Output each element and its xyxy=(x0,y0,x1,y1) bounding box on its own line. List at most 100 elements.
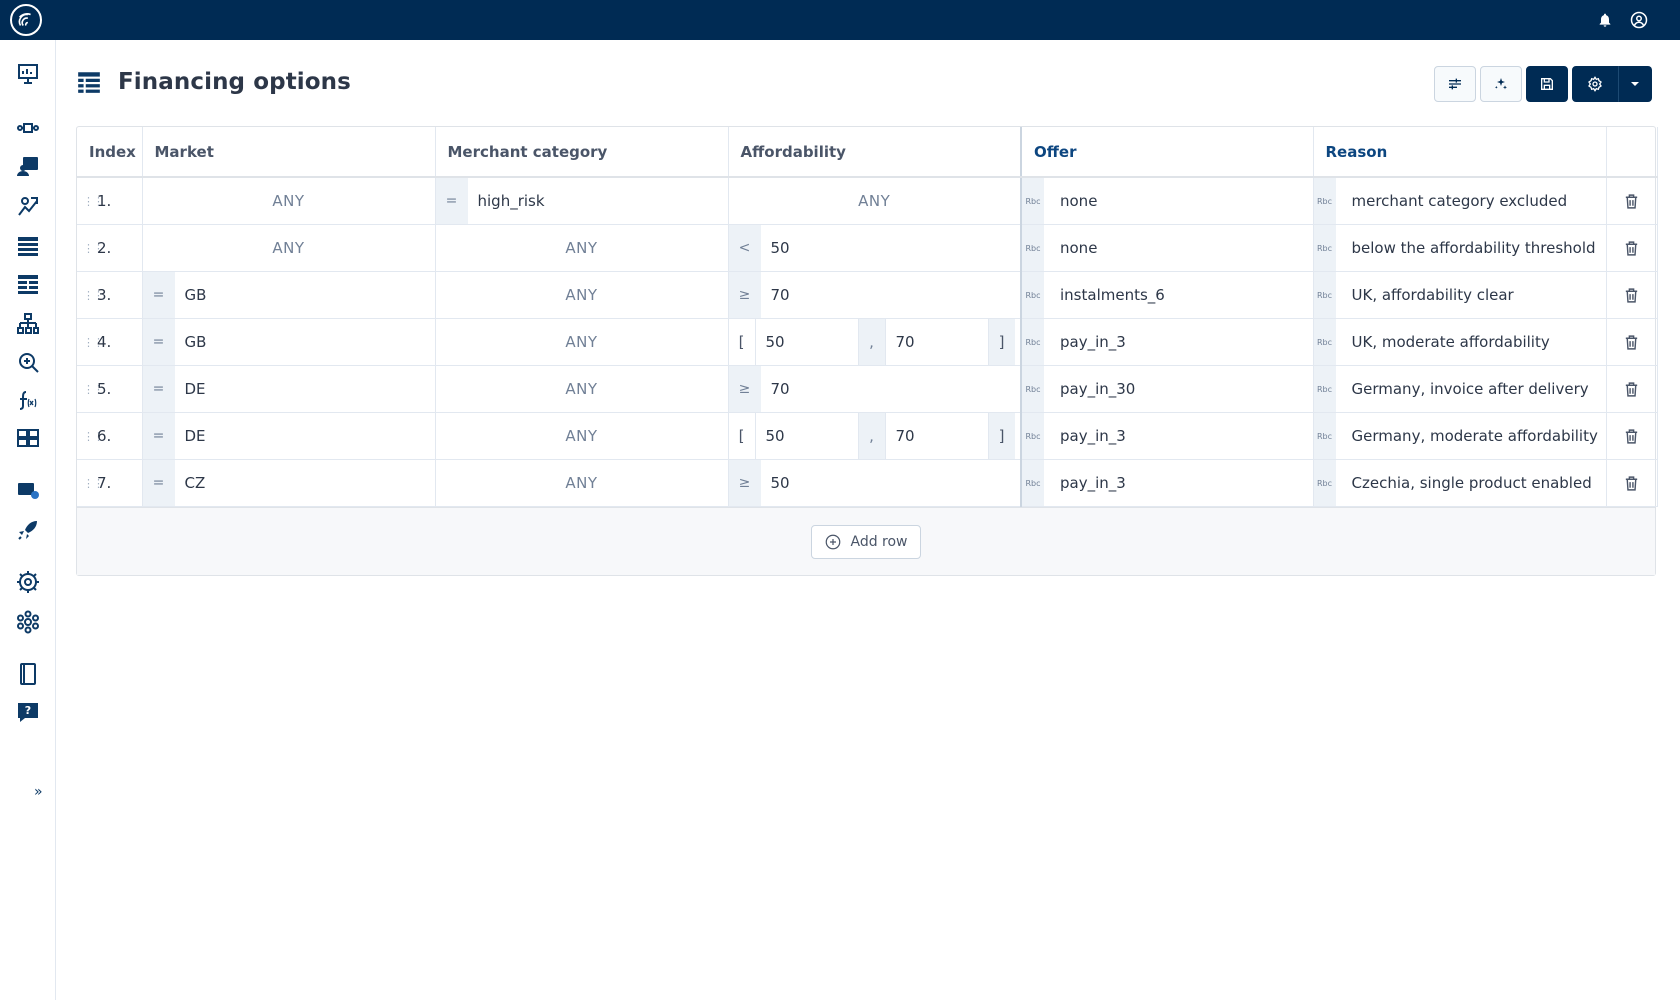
merchant-category-cell[interactable]: ANY xyxy=(435,224,729,272)
data-grid-icon[interactable] xyxy=(16,426,40,450)
hierarchy-icon[interactable] xyxy=(16,312,40,336)
dashboard-icon[interactable] xyxy=(16,62,40,86)
drag-handle-icon[interactable]: ⋮⋮ xyxy=(83,289,104,302)
brand-logo-icon[interactable] xyxy=(10,4,42,36)
market-cell[interactable]: ANY xyxy=(142,224,436,272)
any-value[interactable]: ANY xyxy=(436,460,728,506)
notifications-bell-icon[interactable] xyxy=(1596,11,1614,29)
user-account-icon[interactable] xyxy=(1630,11,1648,29)
reason-value[interactable]: below the affordability threshold xyxy=(1336,225,1606,271)
affordability-cell[interactable]: [ 50 , 70 ] xyxy=(728,318,1022,366)
condition-value[interactable]: 70 xyxy=(761,272,1021,318)
delete-row-button[interactable] xyxy=(1607,366,1657,412)
offer-value[interactable]: instalments_6 xyxy=(1044,272,1313,318)
condition-value[interactable]: high_risk xyxy=(468,178,728,224)
operator[interactable]: = xyxy=(435,178,468,224)
ai-assist-button[interactable] xyxy=(1480,66,1522,102)
market-cell[interactable]: = CZ xyxy=(142,459,436,507)
operator[interactable]: = xyxy=(142,366,175,412)
reason-cell[interactable]: Rbc below the affordability threshold xyxy=(1313,224,1607,272)
reason-header[interactable]: Reason xyxy=(1313,127,1607,178)
help-icon[interactable]: ? xyxy=(16,700,40,724)
function-icon[interactable] xyxy=(16,388,40,412)
affordability-cell[interactable]: ANY xyxy=(728,177,1022,225)
merchant-category-cell[interactable]: = high_risk xyxy=(435,177,729,225)
offer-cell[interactable]: Rbc pay_in_3 xyxy=(1020,412,1314,460)
operator[interactable]: ≥ xyxy=(728,366,761,412)
deploy-icon[interactable] xyxy=(16,518,40,542)
offer-cell[interactable]: Rbc none xyxy=(1020,177,1314,225)
market-cell[interactable]: = GB xyxy=(142,271,436,319)
merchant-category-cell[interactable]: ANY xyxy=(435,459,729,507)
offer-value[interactable]: pay_in_30 xyxy=(1044,366,1313,412)
any-value[interactable]: ANY xyxy=(143,178,435,224)
offer-cell[interactable]: Rbc pay_in_3 xyxy=(1020,459,1314,507)
range-close-bracket[interactable]: ] xyxy=(988,319,1015,365)
any-value[interactable]: ANY xyxy=(143,225,435,271)
range-open-bracket[interactable]: [ xyxy=(728,413,755,459)
market-cell[interactable]: ANY xyxy=(142,177,436,225)
settings-gear-icon[interactable] xyxy=(16,570,40,594)
offer-cell[interactable]: Rbc pay_in_30 xyxy=(1020,365,1314,413)
reason-value[interactable]: UK, moderate affordability xyxy=(1336,319,1606,365)
merchant-category-cell[interactable]: ANY xyxy=(435,412,729,460)
operator[interactable]: < xyxy=(728,225,761,271)
search-analytics-icon[interactable] xyxy=(16,350,40,374)
operator[interactable]: = xyxy=(142,319,175,365)
reason-cell[interactable]: Rbc merchant category excluded xyxy=(1313,177,1607,225)
save-button[interactable] xyxy=(1526,66,1568,102)
reason-value[interactable]: Germany, invoice after delivery xyxy=(1336,366,1606,412)
decision-tree-icon[interactable] xyxy=(16,194,40,218)
reason-cell[interactable]: Rbc Germany, invoice after delivery xyxy=(1313,365,1607,413)
condition-value[interactable]: 50 xyxy=(761,460,1021,506)
any-value[interactable]: ANY xyxy=(436,225,728,271)
contacts-icon[interactable] xyxy=(16,154,40,178)
merchant-category-header[interactable]: Merchant category xyxy=(435,127,729,178)
range-to[interactable]: 70 xyxy=(884,319,989,365)
table-settings-button[interactable] xyxy=(1434,66,1476,102)
operator[interactable]: = xyxy=(142,413,175,459)
merchant-category-cell[interactable]: ANY xyxy=(435,318,729,366)
market-cell[interactable]: = DE xyxy=(142,412,436,460)
docs-icon[interactable] xyxy=(16,662,40,686)
delete-row-button[interactable] xyxy=(1607,413,1657,459)
market-cell[interactable]: = DE xyxy=(142,365,436,413)
delete-row-button[interactable] xyxy=(1607,460,1657,506)
reason-value[interactable]: Czechia, single product enabled xyxy=(1336,460,1606,506)
any-value[interactable]: ANY xyxy=(436,366,728,412)
drag-handle-icon[interactable]: ⋮⋮ xyxy=(83,477,104,490)
delete-row-button[interactable] xyxy=(1607,178,1657,224)
affordability-cell[interactable]: [ 50 , 70 ] xyxy=(728,412,1022,460)
offer-cell[interactable]: Rbc none xyxy=(1020,224,1314,272)
operator[interactable]: = xyxy=(142,272,175,318)
reason-value[interactable]: UK, affordability clear xyxy=(1336,272,1606,318)
market-header[interactable]: Market xyxy=(142,127,436,178)
settings-dropdown-button[interactable] xyxy=(1618,66,1652,102)
merchant-category-cell[interactable]: ANY xyxy=(435,271,729,319)
condition-value[interactable]: DE xyxy=(175,413,435,459)
affordability-cell[interactable]: <50 xyxy=(728,224,1022,272)
condition-value[interactable]: CZ xyxy=(175,460,435,506)
offer-value[interactable]: pay_in_3 xyxy=(1044,319,1313,365)
any-value[interactable]: ANY xyxy=(436,319,728,365)
drag-handle-icon[interactable]: ⋮⋮ xyxy=(83,383,104,396)
condition-value[interactable]: DE xyxy=(175,366,435,412)
reason-value[interactable]: merchant category excluded xyxy=(1336,178,1606,224)
affordability-cell[interactable]: ≥50 xyxy=(728,459,1022,507)
drag-handle-icon[interactable]: ⋮⋮ xyxy=(83,336,104,349)
offer-value[interactable]: none xyxy=(1044,225,1313,271)
delete-row-button[interactable] xyxy=(1607,272,1657,318)
integrations-icon[interactable] xyxy=(16,610,40,634)
condition-value[interactable]: 50 xyxy=(761,225,1021,271)
operator[interactable]: = xyxy=(142,460,175,506)
any-value[interactable]: ANY xyxy=(436,413,728,459)
delete-row-button[interactable] xyxy=(1607,319,1657,365)
reason-cell[interactable]: Rbc Germany, moderate affordability xyxy=(1313,412,1607,460)
offer-value[interactable]: pay_in_3 xyxy=(1044,413,1313,459)
operator[interactable]: ≥ xyxy=(728,272,761,318)
any-value[interactable]: ANY xyxy=(436,272,728,318)
decision-table-alt-icon[interactable] xyxy=(16,272,40,296)
decision-table-icon[interactable] xyxy=(16,234,40,258)
drag-handle-icon[interactable]: ⋮⋮ xyxy=(83,195,104,208)
affordability-cell[interactable]: ≥70 xyxy=(728,271,1022,319)
